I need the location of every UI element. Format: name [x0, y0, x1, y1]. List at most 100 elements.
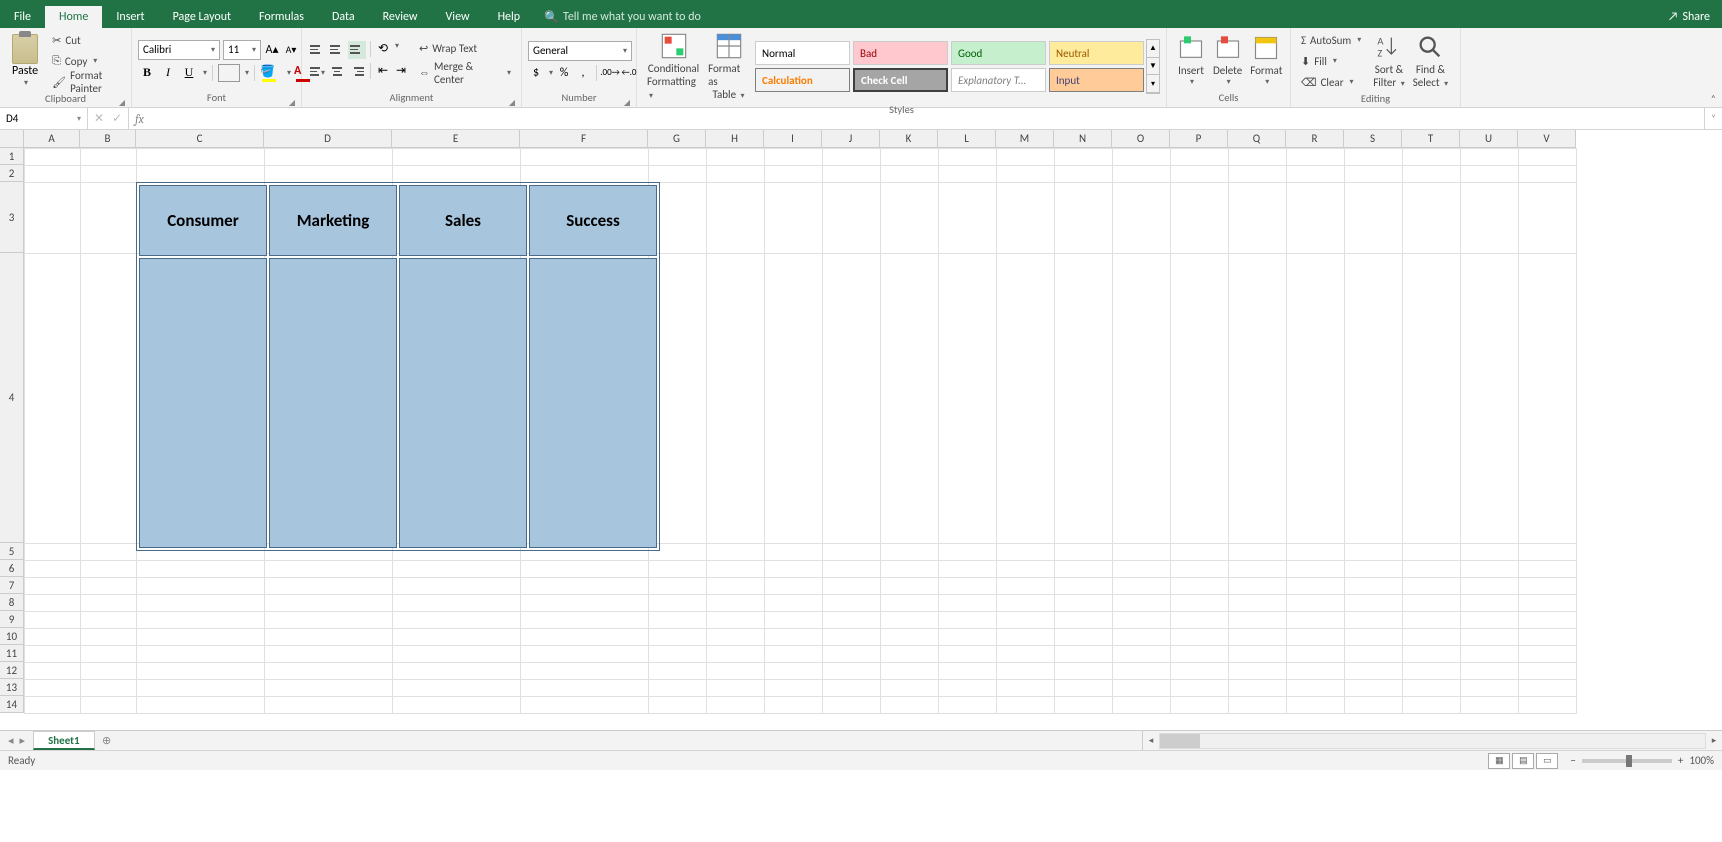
cell[interactable] [997, 663, 1055, 680]
cell[interactable] [765, 646, 823, 663]
cell[interactable] [521, 561, 649, 578]
cell[interactable] [823, 680, 881, 697]
format-cells-button[interactable]: Format▾ [1246, 32, 1286, 89]
cell[interactable] [25, 612, 81, 629]
name-box[interactable]: D4▾ [0, 108, 88, 129]
cell[interactable] [939, 544, 997, 561]
cell[interactable] [1171, 183, 1229, 254]
underline-button[interactable]: U [180, 64, 198, 82]
column-header[interactable]: A [24, 130, 80, 148]
cell[interactable] [649, 149, 707, 166]
row-header[interactable]: 11 [0, 645, 24, 662]
cell[interactable] [25, 680, 81, 697]
collapse-ribbon-button[interactable]: ˄ [1711, 92, 1716, 105]
cell[interactable] [707, 149, 765, 166]
cell[interactable] [1287, 595, 1345, 612]
cell[interactable] [1461, 254, 1519, 544]
dialog-launcher-icon[interactable]: ◢ [287, 96, 297, 106]
column-header[interactable]: J [822, 130, 880, 148]
cell[interactable] [939, 646, 997, 663]
cell[interactable] [939, 629, 997, 646]
cell[interactable] [1461, 166, 1519, 183]
column-header[interactable]: R [1286, 130, 1344, 148]
cell[interactable] [265, 680, 393, 697]
cell[interactable] [1403, 149, 1461, 166]
row-header[interactable]: 2 [0, 165, 24, 182]
cell[interactable] [1113, 544, 1171, 561]
cell[interactable] [649, 166, 707, 183]
style-normal[interactable]: Normal [755, 41, 850, 65]
cell[interactable] [707, 595, 765, 612]
cell[interactable] [1229, 183, 1287, 254]
cell[interactable] [1055, 544, 1113, 561]
cell[interactable] [823, 561, 881, 578]
fill-color-button[interactable]: 🪣 [260, 64, 282, 82]
column-header[interactable]: M [996, 130, 1054, 148]
cell[interactable] [1345, 629, 1403, 646]
cell[interactable] [137, 166, 265, 183]
cell[interactable] [1287, 166, 1345, 183]
row-header[interactable]: 6 [0, 560, 24, 577]
gallery-down-button[interactable]: ▼ [1147, 58, 1159, 76]
cell[interactable] [765, 663, 823, 680]
cell[interactable] [881, 646, 939, 663]
column-header[interactable]: O [1112, 130, 1170, 148]
cell[interactable] [939, 612, 997, 629]
cell[interactable] [707, 561, 765, 578]
cell[interactable] [649, 663, 707, 680]
cell[interactable] [823, 612, 881, 629]
cell[interactable] [1519, 595, 1577, 612]
chevron-down-icon[interactable]: ▾ [203, 68, 207, 78]
cell[interactable] [649, 578, 707, 595]
cell[interactable] [1055, 697, 1113, 714]
cell[interactable] [1171, 612, 1229, 629]
cell[interactable] [521, 612, 649, 629]
zoom-slider[interactable] [1582, 759, 1672, 763]
cell[interactable] [765, 149, 823, 166]
zoom-level[interactable]: 100% [1689, 754, 1714, 767]
cell[interactable] [1171, 578, 1229, 595]
cell[interactable] [81, 595, 137, 612]
column-header[interactable]: P [1170, 130, 1228, 148]
bold-button[interactable]: B [138, 64, 156, 82]
column-header[interactable]: K [880, 130, 938, 148]
currency-button[interactable]: $ [528, 65, 544, 81]
cell[interactable] [765, 612, 823, 629]
cell[interactable] [265, 663, 393, 680]
tab-review[interactable]: Review [369, 6, 432, 28]
cell[interactable] [1345, 578, 1403, 595]
cell[interactable] [823, 149, 881, 166]
cell[interactable] [881, 183, 939, 254]
font-name-combo[interactable]: Calibri▾ [138, 40, 220, 60]
cell[interactable] [137, 612, 265, 629]
cell[interactable] [393, 663, 521, 680]
cell[interactable] [881, 561, 939, 578]
cell[interactable] [81, 663, 137, 680]
row-header[interactable]: 5 [0, 543, 24, 560]
cell[interactable] [393, 612, 521, 629]
cell[interactable] [265, 149, 393, 166]
cell[interactable] [707, 697, 765, 714]
cell[interactable] [1461, 629, 1519, 646]
cell[interactable] [823, 183, 881, 254]
italic-button[interactable]: I [159, 64, 177, 82]
cell[interactable] [1113, 680, 1171, 697]
cell[interactable] [1055, 680, 1113, 697]
cell[interactable] [823, 578, 881, 595]
tab-page-layout[interactable]: Page Layout [159, 6, 245, 28]
cell[interactable] [25, 646, 81, 663]
column-header[interactable]: H [706, 130, 764, 148]
cell[interactable] [1287, 646, 1345, 663]
cell[interactable] [25, 578, 81, 595]
cell[interactable] [1461, 646, 1519, 663]
cell[interactable] [25, 663, 81, 680]
cell[interactable] [1287, 612, 1345, 629]
cell[interactable] [823, 646, 881, 663]
cell[interactable] [939, 578, 997, 595]
cell[interactable] [1287, 578, 1345, 595]
cell[interactable] [393, 578, 521, 595]
cell[interactable] [1113, 166, 1171, 183]
orientation-button[interactable]: ⟲ [375, 41, 391, 57]
cell[interactable] [1403, 578, 1461, 595]
cell[interactable] [1229, 663, 1287, 680]
